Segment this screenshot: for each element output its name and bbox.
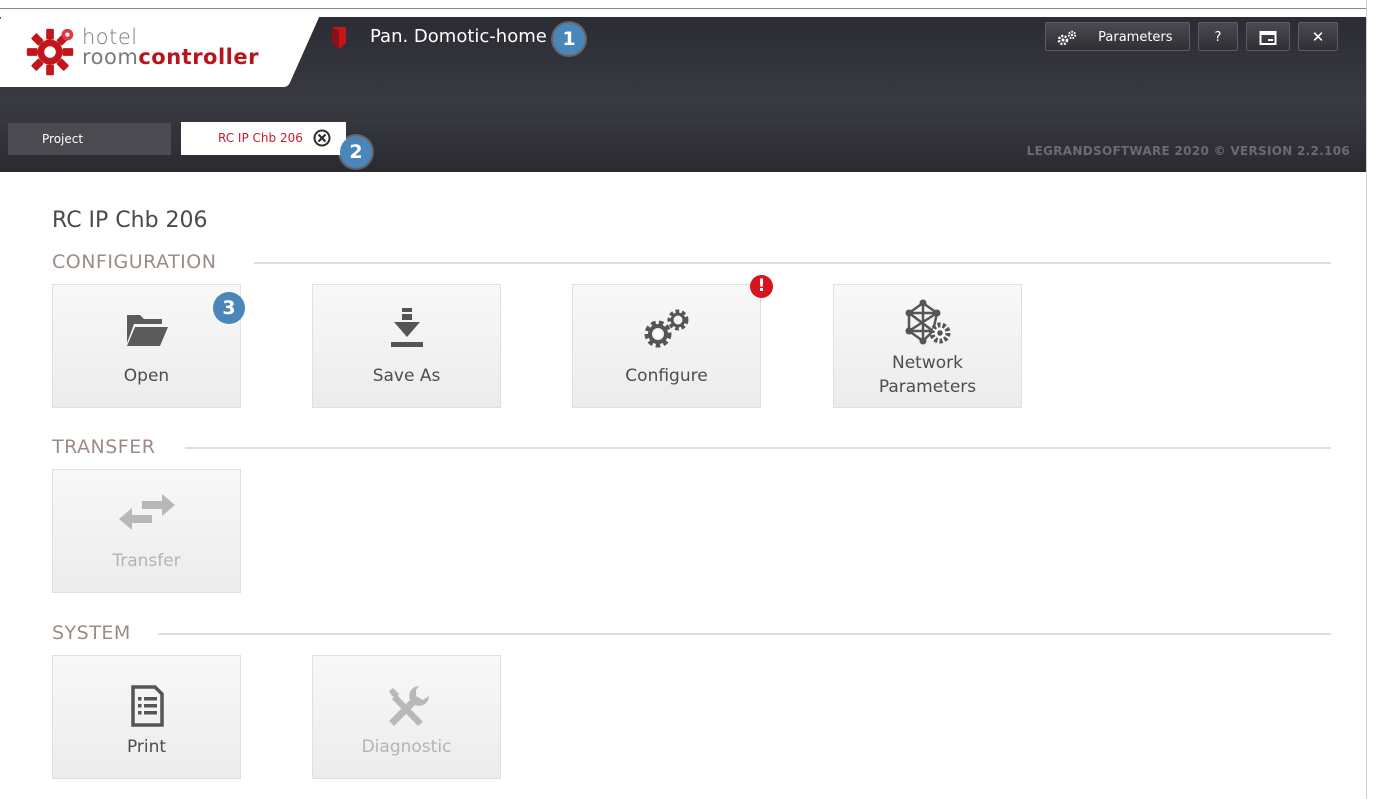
version-label: LEGRANDSOFTWARE 2020 © VERSION 2.2.106 bbox=[1026, 144, 1350, 158]
project-flag-icon bbox=[332, 27, 346, 49]
network-gear-icon bbox=[905, 299, 950, 345]
close-window-button[interactable]: ✕ bbox=[1298, 22, 1338, 51]
network-parameters-label-line1: Network bbox=[892, 353, 963, 373]
callout-badge-1: 1 bbox=[553, 23, 585, 55]
tab-project[interactable]: Project bbox=[8, 123, 171, 155]
hotel-room-controller-logo bbox=[26, 28, 74, 76]
open-label: Open bbox=[123, 366, 170, 386]
gears-icon bbox=[1057, 30, 1077, 45]
section-divider bbox=[185, 447, 1331, 449]
transfer-label: Transfer bbox=[112, 551, 181, 571]
tab-close-icon[interactable] bbox=[312, 128, 332, 148]
restore-window-button[interactable] bbox=[1246, 22, 1290, 51]
help-button[interactable]: ? bbox=[1198, 22, 1238, 51]
warning-alert-icon: ! bbox=[750, 275, 773, 298]
callout-badge-3: 3 bbox=[213, 292, 245, 324]
save-as-button[interactable]: Save As bbox=[312, 284, 501, 408]
page-title: RC IP Chb 206 bbox=[52, 208, 208, 233]
section-title-transfer: TRANSFER bbox=[52, 436, 156, 458]
print-button[interactable]: Print bbox=[52, 655, 241, 779]
window-restore-icon bbox=[1259, 30, 1277, 45]
configure-button[interactable]: Configure bbox=[572, 284, 761, 408]
callout-badge-2: 2 bbox=[340, 136, 372, 168]
gears-icon bbox=[644, 309, 688, 348]
print-document-icon bbox=[130, 685, 164, 727]
parameters-label: Parameters bbox=[1098, 30, 1173, 45]
download-icon bbox=[390, 308, 423, 347]
folder-open-icon bbox=[126, 315, 168, 346]
project-name: Pan. Domotic-home bbox=[370, 26, 547, 47]
tools-icon bbox=[388, 686, 429, 726]
save-as-label: Save As bbox=[372, 366, 441, 386]
print-label: Print bbox=[126, 737, 167, 757]
section-divider bbox=[254, 262, 1331, 264]
logo-text-roomcontroller: roomcontroller bbox=[82, 45, 259, 69]
window-top-border bbox=[0, 8, 1366, 9]
parameters-button[interactable]: Parameters bbox=[1045, 22, 1190, 51]
configure-label: Configure bbox=[625, 366, 708, 386]
diagnostic-button[interactable]: Diagnostic bbox=[312, 655, 501, 779]
network-parameters-label-line2: Parameters bbox=[878, 377, 977, 397]
section-divider bbox=[158, 633, 1331, 635]
diagnostic-label: Diagnostic bbox=[361, 737, 452, 757]
transfer-arrows-icon bbox=[118, 494, 175, 530]
window-right-edge bbox=[1366, 0, 1373, 799]
transfer-button[interactable]: Transfer bbox=[52, 469, 241, 593]
section-title-configuration: CONFIGURATION bbox=[52, 251, 217, 273]
section-title-system: SYSTEM bbox=[52, 622, 131, 644]
network-parameters-button[interactable]: Network Parameters bbox=[833, 284, 1022, 408]
